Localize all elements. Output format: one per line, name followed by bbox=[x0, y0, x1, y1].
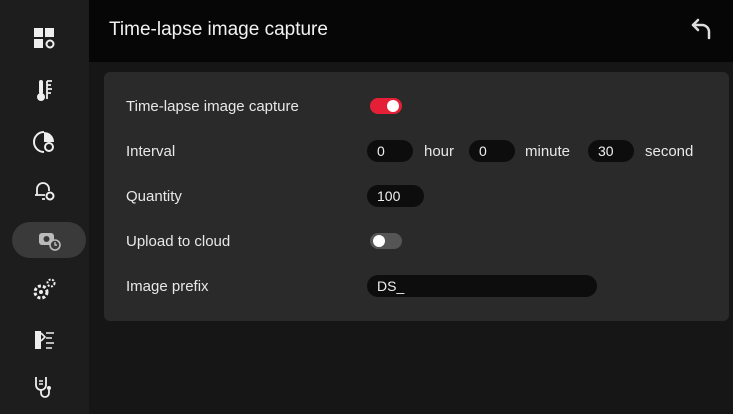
interval-label: Interval bbox=[126, 143, 176, 160]
toggle-knob bbox=[387, 100, 399, 112]
timelapse-camera-icon[interactable] bbox=[12, 222, 86, 258]
hour-unit-label: hour bbox=[424, 143, 455, 160]
header-bar: Time-lapse image capture bbox=[89, 0, 733, 62]
second-unit-label: second bbox=[645, 143, 694, 160]
sidebar bbox=[0, 0, 89, 414]
interval-hour-input[interactable]: 0 bbox=[367, 140, 413, 162]
thermometer-icon[interactable] bbox=[16, 72, 72, 108]
page-title: Time-lapse image capture bbox=[109, 19, 328, 40]
back-button[interactable] bbox=[687, 14, 717, 44]
stethoscope-icon[interactable] bbox=[16, 368, 72, 404]
prefix-input[interactable]: DS_ bbox=[367, 275, 597, 297]
prefix-label: Image prefix bbox=[126, 278, 209, 295]
gears-icon[interactable] bbox=[16, 272, 72, 308]
interval-second-input[interactable]: 30 bbox=[588, 140, 634, 162]
settings-panel: Time-lapse image capture Interval 0 hour… bbox=[104, 72, 729, 321]
upload-label: Upload to cloud bbox=[126, 233, 231, 250]
back-arrow-icon bbox=[691, 18, 711, 40]
alarm-bell-settings-icon[interactable] bbox=[16, 172, 72, 208]
main-content: Time-lapse image capture Interval 0 hour… bbox=[89, 62, 733, 414]
minute-unit-label: minute bbox=[525, 143, 571, 160]
quantity-input[interactable]: 100 bbox=[367, 185, 424, 207]
timelapse-toggle[interactable] bbox=[370, 98, 402, 114]
grid-settings-icon[interactable] bbox=[16, 20, 72, 56]
upload-toggle[interactable] bbox=[370, 233, 402, 249]
laser-icon[interactable] bbox=[16, 322, 72, 358]
interval-minute-input[interactable]: 0 bbox=[469, 140, 515, 162]
quantity-label: Quantity bbox=[126, 188, 182, 205]
palette-settings-icon[interactable] bbox=[16, 124, 72, 160]
toggle-knob bbox=[373, 235, 385, 247]
timelapse-label: Time-lapse image capture bbox=[126, 98, 299, 115]
